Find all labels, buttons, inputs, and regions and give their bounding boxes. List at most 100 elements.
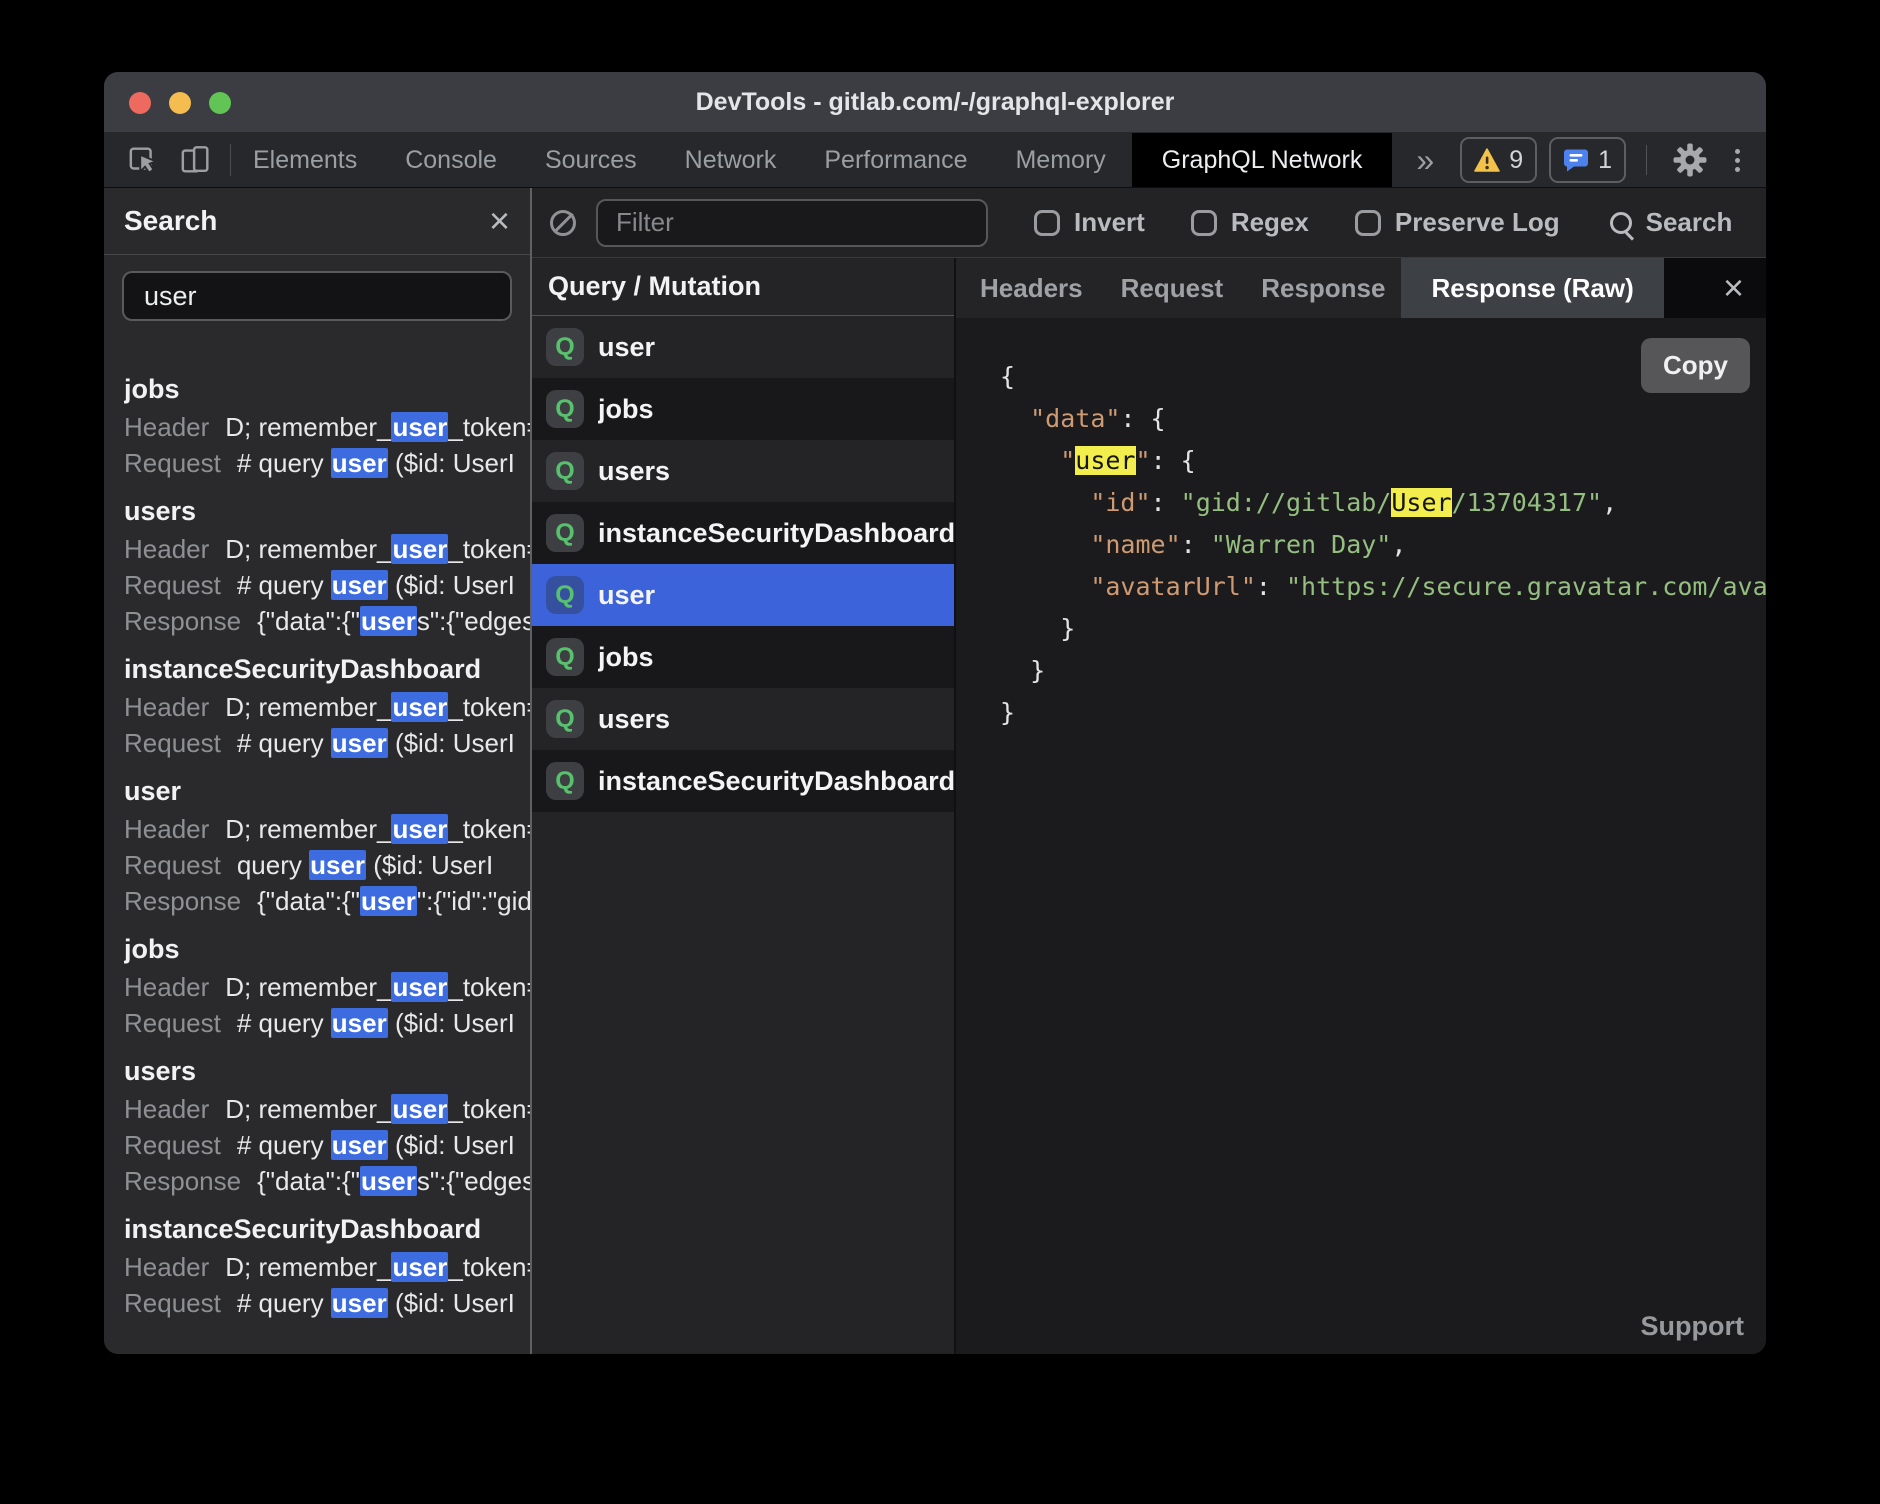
tab-network[interactable]: Network xyxy=(685,133,777,187)
query-list-item[interactable]: Q instanceSecurityDashboard xyxy=(532,502,954,564)
query-list-item[interactable]: Q jobs xyxy=(532,378,954,440)
json-match-highlight: user xyxy=(1075,446,1135,475)
json-line: "avatarUrl": "https://secure.gravatar.co… xyxy=(1000,566,1766,608)
search-result-line[interactable]: HeaderD; remember_user_token=e xyxy=(124,1249,530,1285)
query-list-item[interactable]: Q user xyxy=(532,316,954,378)
warnings-badge[interactable]: 9 xyxy=(1460,137,1537,183)
minimize-window-button[interactable] xyxy=(169,92,191,114)
json-line: "name": "Warren Day", xyxy=(1000,524,1766,566)
result-line-label: Request xyxy=(124,1130,221,1160)
more-tabs-icon[interactable]: » xyxy=(1416,145,1434,175)
match-highlight: user xyxy=(391,814,448,844)
value-text: {"data":{" xyxy=(257,1166,360,1196)
match-highlight: user xyxy=(391,534,448,564)
device-toolbar-icon[interactable] xyxy=(178,142,214,178)
value-text: {"data":{" xyxy=(257,886,360,916)
preserve-log-checkbox-item[interactable]: Preserve Log xyxy=(1355,207,1560,238)
regex-label: Regex xyxy=(1231,207,1309,238)
search-result-line[interactable]: HeaderD; remember_user_token=e xyxy=(124,531,530,567)
regex-checkbox[interactable] xyxy=(1191,210,1217,236)
tab-performance[interactable]: Performance xyxy=(824,133,967,187)
tab-memory[interactable]: Memory xyxy=(1015,133,1105,187)
result-line-label: Response xyxy=(124,606,241,636)
toolbar-search-toggle[interactable]: Search xyxy=(1610,207,1733,238)
json-punctuation: , xyxy=(1391,530,1406,559)
search-result-line[interactable]: HeaderD; remember_user_token=e xyxy=(124,689,530,725)
value-text: _token=e xyxy=(448,814,530,844)
query-list-item[interactable]: Q users xyxy=(532,688,954,750)
json-punctuation: : xyxy=(1151,488,1181,517)
match-highlight: user xyxy=(360,1166,417,1196)
query-list-item-selected[interactable]: Q user xyxy=(532,564,954,626)
search-close-icon[interactable]: × xyxy=(489,203,510,239)
search-result-line[interactable]: Response{"data":{"users":{"edges xyxy=(124,603,530,639)
query-list-item[interactable]: Q instanceSecurityDashboard xyxy=(532,750,954,812)
match-highlight: user xyxy=(331,728,388,758)
search-result-line[interactable]: Requestquery user ($id: UserI xyxy=(124,847,530,883)
filter-toolbar: Invert Regex Preserve Log Search xyxy=(532,188,1766,258)
value-text: _token=e xyxy=(448,692,530,722)
json-key: "name" xyxy=(1090,530,1180,559)
value-text: _token=e xyxy=(448,412,530,442)
search-result-line[interactable]: Request# query user ($id: UserI xyxy=(124,445,530,481)
tab-response-raw[interactable]: Response (Raw) xyxy=(1401,258,1663,318)
preserve-log-checkbox[interactable] xyxy=(1355,210,1381,236)
messages-badge[interactable]: 1 xyxy=(1549,137,1626,183)
tab-sources[interactable]: Sources xyxy=(545,133,637,187)
search-result-line[interactable]: Request# query user ($id: UserI xyxy=(124,1285,530,1321)
search-result-line[interactable]: Response{"data":{"user":{"id":"gi xyxy=(124,337,530,357)
query-type-badge: Q xyxy=(546,762,584,800)
value-text: ":{"id":"gid xyxy=(417,886,530,916)
search-result-line[interactable]: HeaderD; remember_user_token=e xyxy=(124,409,530,445)
search-result-line[interactable]: HeaderD; remember_user_token=e xyxy=(124,1091,530,1127)
search-result-line[interactable]: HeaderD; remember_user_token=e xyxy=(124,811,530,847)
invert-checkbox-item[interactable]: Invert xyxy=(1034,207,1145,238)
support-link[interactable]: Support xyxy=(1641,1311,1744,1342)
response-raw-body: Copy { "data": { "user": { "id": "gid://… xyxy=(956,318,1766,1354)
value-text: D; remember_ xyxy=(225,412,391,442)
search-result-line[interactable]: Request# query user ($id: UserI xyxy=(124,567,530,603)
tab-graphql-network[interactable]: GraphQL Network xyxy=(1132,133,1393,187)
search-result-line[interactable]: Request# query user ($id: UserI xyxy=(124,1005,530,1041)
tab-response[interactable]: Response xyxy=(1261,258,1385,318)
settings-gear-icon[interactable] xyxy=(1673,143,1707,177)
search-input[interactable] xyxy=(122,271,512,321)
regex-checkbox-item[interactable]: Regex xyxy=(1191,207,1309,238)
inspect-element-icon[interactable] xyxy=(126,142,162,178)
zoom-window-button[interactable] xyxy=(209,92,231,114)
tab-request[interactable]: Request xyxy=(1121,258,1224,318)
tab-headers[interactable]: Headers xyxy=(980,258,1083,318)
detail-close-icon[interactable]: × xyxy=(1723,270,1744,306)
json-key: " xyxy=(1136,446,1151,475)
search-result-line[interactable]: HeaderD; remember_user_token=e xyxy=(124,969,530,1005)
value-text: D; remember_ xyxy=(225,534,391,564)
query-type-badge: Q xyxy=(546,576,584,614)
json-punctuation: : xyxy=(1181,530,1211,559)
search-input-wrap xyxy=(104,255,530,331)
search-result-line[interactable]: Request# query user ($id: UserI xyxy=(124,725,530,761)
json-indent xyxy=(1000,446,1060,475)
search-result-line[interactable]: Request# query user ($id: UserI xyxy=(124,1127,530,1163)
detail-tabs: Headers Request Response Response (Raw) … xyxy=(956,258,1766,318)
value-text: _token=e xyxy=(448,1094,530,1124)
copy-button[interactable]: Copy xyxy=(1641,338,1750,393)
clear-icon[interactable] xyxy=(550,210,576,236)
tab-console[interactable]: Console xyxy=(405,133,497,187)
query-type-badge: Q xyxy=(546,638,584,676)
json-punctuation: } xyxy=(1000,614,1075,643)
query-list-item[interactable]: Q jobs xyxy=(532,626,954,688)
close-window-button[interactable] xyxy=(129,92,151,114)
json-indent xyxy=(1000,488,1090,517)
kebab-menu-icon[interactable] xyxy=(1735,158,1740,163)
value-text: ($id: UserI xyxy=(388,1130,515,1160)
filter-input[interactable] xyxy=(596,199,988,247)
json-punctuation: : xyxy=(1256,572,1286,601)
tab-elements[interactable]: Elements xyxy=(253,133,357,187)
invert-checkbox[interactable] xyxy=(1034,210,1060,236)
result-line-label: Header xyxy=(124,1252,209,1282)
match-highlight: user xyxy=(309,850,366,880)
search-result-line[interactable]: Response{"data":{"users":{"edges xyxy=(124,1163,530,1199)
query-name: users xyxy=(598,456,670,487)
query-list-item[interactable]: Q users xyxy=(532,440,954,502)
search-result-line[interactable]: Response{"data":{"user":{"id":"gid xyxy=(124,883,530,919)
